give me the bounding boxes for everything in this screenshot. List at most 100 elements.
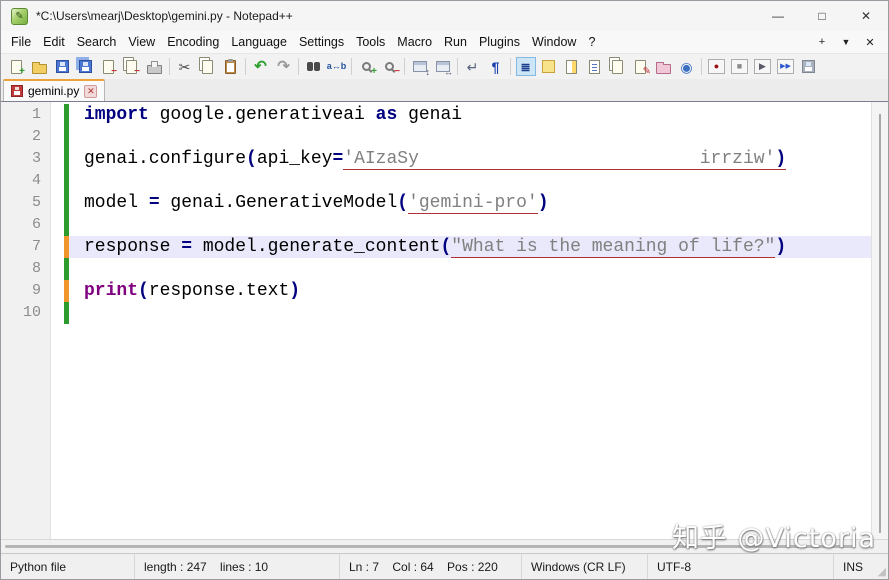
line-number[interactable]: 5 <box>1 192 51 214</box>
menu-right-buttons: + ▼ ✕ <box>812 36 888 49</box>
menu-search[interactable]: Search <box>71 33 123 51</box>
toolbar-separator <box>298 58 299 75</box>
code-line-8: 8 <box>1 258 871 280</box>
status-doc-type: Python file <box>1 554 134 579</box>
code-line-1: 1 import google.generativeai as genai <box>1 104 871 126</box>
menu-run[interactable]: Run <box>438 33 473 51</box>
line-number[interactable]: 3 <box>1 148 51 170</box>
line-number[interactable]: 10 <box>1 302 51 324</box>
status-length-lines: length : 247 lines : 10 <box>134 554 339 579</box>
close-all-icon[interactable] <box>120 55 143 79</box>
menu-view[interactable]: View <box>122 33 161 51</box>
show-all-characters-icon[interactable]: ¶ <box>484 55 507 79</box>
close-tab-button[interactable]: ✕ <box>860 36 880 49</box>
save-all-icon[interactable] <box>74 55 97 79</box>
toolbar-separator <box>701 58 702 75</box>
cut-icon[interactable]: ✂ <box>173 55 196 79</box>
code-text[interactable]: response = model.generate_content("What … <box>69 236 871 258</box>
paste-icon[interactable] <box>219 55 242 79</box>
tab-gemini-py[interactable]: gemini.py ✕ <box>3 79 105 101</box>
menu-help[interactable]: ? <box>582 33 601 51</box>
user-defined-dialog-icon[interactable] <box>537 55 560 79</box>
line-number[interactable]: 2 <box>1 126 51 148</box>
document-list-icon[interactable] <box>583 55 606 79</box>
code-text[interactable]: model = genai.GenerativeModel('gemini-pr… <box>69 192 871 214</box>
find-icon[interactable] <box>302 55 325 79</box>
tab-list-button[interactable]: ▼ <box>836 37 856 47</box>
word-wrap-icon[interactable]: ↵ <box>461 55 484 79</box>
watermark: 知乎 @Victoria <box>672 516 876 553</box>
open-file-icon[interactable] <box>28 55 51 79</box>
vertical-scrollbar-thumb[interactable] <box>879 114 881 533</box>
code-line-10: 10 <box>1 302 871 324</box>
code-line-7: 7 response = model.generate_content("What… <box>1 236 871 258</box>
toolbar-separator <box>169 58 170 75</box>
code-text[interactable] <box>69 214 871 236</box>
tab-label: gemini.py <box>28 84 79 98</box>
menu-tools[interactable]: Tools <box>350 33 391 51</box>
close-button[interactable]: ✕ <box>844 1 888 31</box>
record-macro-icon[interactable]: ● <box>705 55 728 79</box>
menu-macro[interactable]: Macro <box>391 33 438 51</box>
save-recorded-macro-icon[interactable] <box>797 55 820 79</box>
copy-icon[interactable] <box>196 55 219 79</box>
run-macro-multiple-times-icon[interactable]: ▶▶ <box>774 55 797 79</box>
toolbar-separator <box>351 58 352 75</box>
toolbar-separator <box>457 58 458 75</box>
resize-grip[interactable]: ◢ <box>873 554 888 579</box>
code-text[interactable] <box>69 126 871 148</box>
line-number[interactable]: 1 <box>1 104 51 126</box>
redo-icon[interactable]: ↷ <box>272 55 295 79</box>
menu-file[interactable]: File <box>5 33 37 51</box>
vertical-scrollbar[interactable] <box>871 102 888 539</box>
code-line-6: 6 <box>1 214 871 236</box>
code-line-2: 2 <box>1 126 871 148</box>
code-text[interactable] <box>69 170 871 192</box>
document-map-icon[interactable] <box>560 55 583 79</box>
monitoring-eye-icon[interactable]: ◉ <box>675 55 698 79</box>
line-number[interactable]: 4 <box>1 170 51 192</box>
stop-recording-icon[interactable]: ■ <box>728 55 751 79</box>
show-indent-guide-icon[interactable] <box>514 55 537 79</box>
menu-edit[interactable]: Edit <box>37 33 71 51</box>
line-number[interactable]: 9 <box>1 280 51 302</box>
minimize-button[interactable]: — <box>756 1 800 31</box>
code-text[interactable]: print(response.text) <box>69 280 871 302</box>
line-number[interactable]: 8 <box>1 258 51 280</box>
code-text[interactable]: genai.configure(api_key='AIzaSy irrziw') <box>69 148 871 170</box>
maximize-button[interactable]: □ <box>800 1 844 31</box>
menu-encoding[interactable]: Encoding <box>161 33 225 51</box>
sync-scroll-horizontal-icon[interactable]: ↔ <box>431 55 454 79</box>
print-icon[interactable] <box>143 55 166 79</box>
sync-scroll-vertical-icon[interactable]: ↕ <box>408 55 431 79</box>
save-file-icon[interactable] <box>51 55 74 79</box>
line-number[interactable]: 7 <box>1 236 51 258</box>
new-tab-button[interactable]: + <box>812 36 832 48</box>
app-icon: ✎ <box>11 8 28 25</box>
menu-settings[interactable]: Settings <box>293 33 350 51</box>
undo-icon[interactable]: ↶ <box>249 55 272 79</box>
close-file-icon[interactable] <box>97 55 120 79</box>
line-number[interactable]: 6 <box>1 214 51 236</box>
tab-close-icon[interactable]: ✕ <box>84 85 97 98</box>
menu-items: FileEditSearchViewEncodingLanguageSettin… <box>5 33 601 51</box>
new-file-icon[interactable] <box>5 55 28 79</box>
menu-language[interactable]: Language <box>225 33 293 51</box>
play-macro-icon[interactable]: ▶ <box>751 55 774 79</box>
zoom-in-icon[interactable]: + <box>355 55 378 79</box>
code-lines[interactable]: 1 import google.generativeai as genai 23 ge… <box>1 102 871 539</box>
code-text[interactable] <box>69 302 871 324</box>
code-text[interactable]: import google.generativeai as genai <box>69 104 871 126</box>
menu-plugins[interactable]: Plugins <box>473 33 526 51</box>
gutter-gap <box>51 302 64 324</box>
edit-popup-marker-icon[interactable]: ✎ <box>629 55 652 79</box>
code-text[interactable] <box>69 258 871 280</box>
editor-area[interactable]: 1 import google.generativeai as genai 23 ge… <box>1 102 888 553</box>
document-switcher-icon[interactable] <box>606 55 629 79</box>
folder-as-workspace-icon[interactable] <box>652 55 675 79</box>
zoom-out-icon[interactable]: − <box>378 55 401 79</box>
replace-icon[interactable]: a↔b <box>325 55 348 79</box>
menu-window[interactable]: Window <box>526 33 582 51</box>
toolbar-separator <box>510 58 511 75</box>
gutter-gap <box>51 104 64 126</box>
